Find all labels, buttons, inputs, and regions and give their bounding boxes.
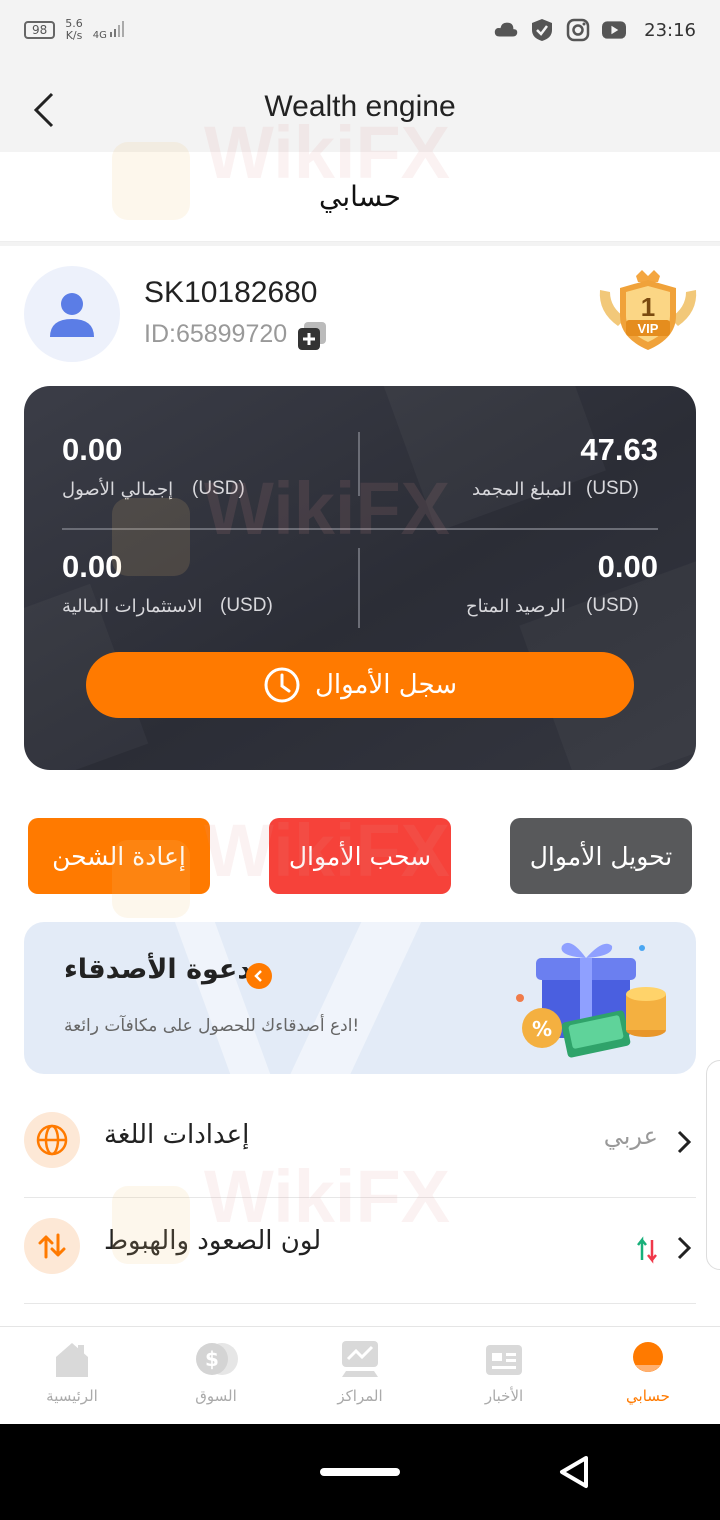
up-down-color-label: لون الصعود والهبوط [104, 1226, 322, 1256]
green-up-red-down-icon [637, 1236, 657, 1264]
available-balance-value: 0.00 [597, 549, 658, 584]
chevron-right-icon [677, 1130, 692, 1154]
vip-badge: 1 VIP [596, 268, 700, 354]
up-down-color-row[interactable]: لون الصعود والهبوط [24, 1198, 696, 1304]
account-icon [633, 1342, 663, 1372]
instagram-icon [566, 18, 590, 42]
news-icon [486, 1345, 522, 1375]
vertical-divider [358, 432, 360, 496]
copy-icon [298, 322, 326, 350]
language-settings-row[interactable]: إعدادات اللغة عربي [24, 1092, 696, 1198]
nav-item-positions[interactable]: المراكز [288, 1327, 432, 1425]
invite-title: دعوة الأصدقاء [64, 954, 252, 985]
total-assets-label: إجمالي الأصول [62, 479, 174, 500]
clock: 23:16 [644, 19, 696, 41]
horizontal-divider [62, 528, 658, 530]
invite-friends-card[interactable]: دعوة الأصدقاء ادع أصدقاءك للحصول على مكا… [24, 922, 696, 1074]
youtube-icon [602, 18, 627, 42]
svg-text:%: % [532, 1017, 552, 1041]
app-header: Wealth engine [0, 64, 720, 152]
transfer-button[interactable]: تحويل الأموال [510, 818, 692, 894]
balance-card: 0.00 إجمالي الأصول (USD) 47.63 المبلغ ال… [24, 386, 696, 770]
account-subheader: حسابي [0, 152, 720, 242]
frozen-amount-label: المبلغ المجمد [472, 479, 572, 500]
chevron-right-icon [246, 963, 272, 989]
bottom-navigation: الرئيسية $ السوق المراكز الأخبار حسابي [0, 1326, 720, 1424]
signal-bars-icon [110, 20, 125, 37]
system-back-icon[interactable] [556, 1454, 592, 1490]
clock-icon [264, 667, 300, 703]
financial-investments-value: 0.00 [62, 549, 123, 584]
status-bar: 98 5.6 K/s 4G 23:16 [0, 0, 720, 64]
home-gesture-bar[interactable] [320, 1468, 400, 1476]
frozen-amount-value: 47.63 [580, 432, 658, 467]
nav-item-market[interactable]: $ السوق [144, 1327, 288, 1425]
user-id: ID:65899720 [144, 320, 288, 348]
available-balance-label: الرصيد المتاح [466, 596, 566, 617]
battery-indicator: 98 [24, 21, 56, 39]
available-balance-unit: (USD) [586, 595, 639, 616]
shield-icon [530, 18, 554, 42]
home-icon [56, 1343, 88, 1377]
globe-icon [24, 1112, 80, 1168]
network-type: 4G [92, 29, 107, 41]
page-title: Wealth engine [264, 90, 456, 123]
card-decoration [167, 922, 281, 1074]
nav-item-home[interactable]: الرئيسية [0, 1327, 144, 1425]
nav-label-positions: المراكز [337, 1387, 383, 1405]
side-panel-handle[interactable] [706, 1060, 720, 1270]
chevron-right-icon [677, 1236, 692, 1260]
cloud-icon [494, 18, 518, 42]
language-value: عربي [603, 1122, 658, 1150]
nav-label-account: حسابي [626, 1387, 670, 1405]
total-assets-value: 0.00 [62, 432, 123, 467]
copy-id-button[interactable] [298, 322, 326, 350]
vip-shield-icon: 1 VIP [599, 270, 697, 350]
network-speed: 5.6 K/s [65, 18, 83, 42]
financial-investments-unit: (USD) [220, 595, 273, 616]
system-navigation-bar [0, 1424, 720, 1520]
withdraw-button[interactable]: سحب الأموال [269, 818, 451, 894]
vip-level: 1 [641, 292, 655, 322]
funds-history-label: سجل الأموال [314, 670, 458, 700]
invite-subtitle: ادع أصدقاءك للحصول على مكافآت رائعة! [64, 1016, 360, 1036]
avatar[interactable] [24, 266, 120, 362]
nav-label-market: السوق [195, 1387, 237, 1405]
status-left: 98 5.6 K/s 4G [24, 18, 126, 42]
nav-label-home: الرئيسية [46, 1387, 98, 1405]
vertical-divider [358, 548, 360, 628]
card-decoration [277, 922, 431, 1074]
user-icon [50, 293, 94, 337]
nav-label-news: الأخبار [484, 1387, 524, 1405]
vip-label: VIP [638, 321, 659, 336]
financial-investments-label: الاستثمارات المالية [62, 596, 203, 617]
section-divider [0, 242, 720, 246]
svg-text:$: $ [205, 1347, 219, 1371]
frozen-amount-unit: (USD) [586, 478, 639, 499]
language-settings-label: إعدادات اللغة [104, 1120, 250, 1150]
gift-box-icon: % [516, 942, 666, 1058]
signal-indicator: 4G [93, 20, 126, 41]
dollar-coin-icon: $ [196, 1343, 238, 1375]
network-speed-unit: K/s [65, 29, 83, 42]
up-down-arrows-icon [24, 1218, 80, 1274]
recharge-button[interactable]: إعادة الشحن [28, 818, 210, 894]
nav-item-account[interactable]: حسابي [576, 1327, 720, 1425]
funds-history-button[interactable]: سجل الأموال [86, 652, 634, 718]
total-assets-unit: (USD) [192, 478, 245, 499]
status-right: 23:16 [494, 18, 696, 42]
username: SK10182680 [144, 276, 318, 309]
positions-icon [342, 1341, 378, 1377]
account-title: حسابي [319, 180, 401, 213]
card-decoration [382, 386, 606, 532]
nav-item-news[interactable]: الأخبار [432, 1327, 576, 1425]
